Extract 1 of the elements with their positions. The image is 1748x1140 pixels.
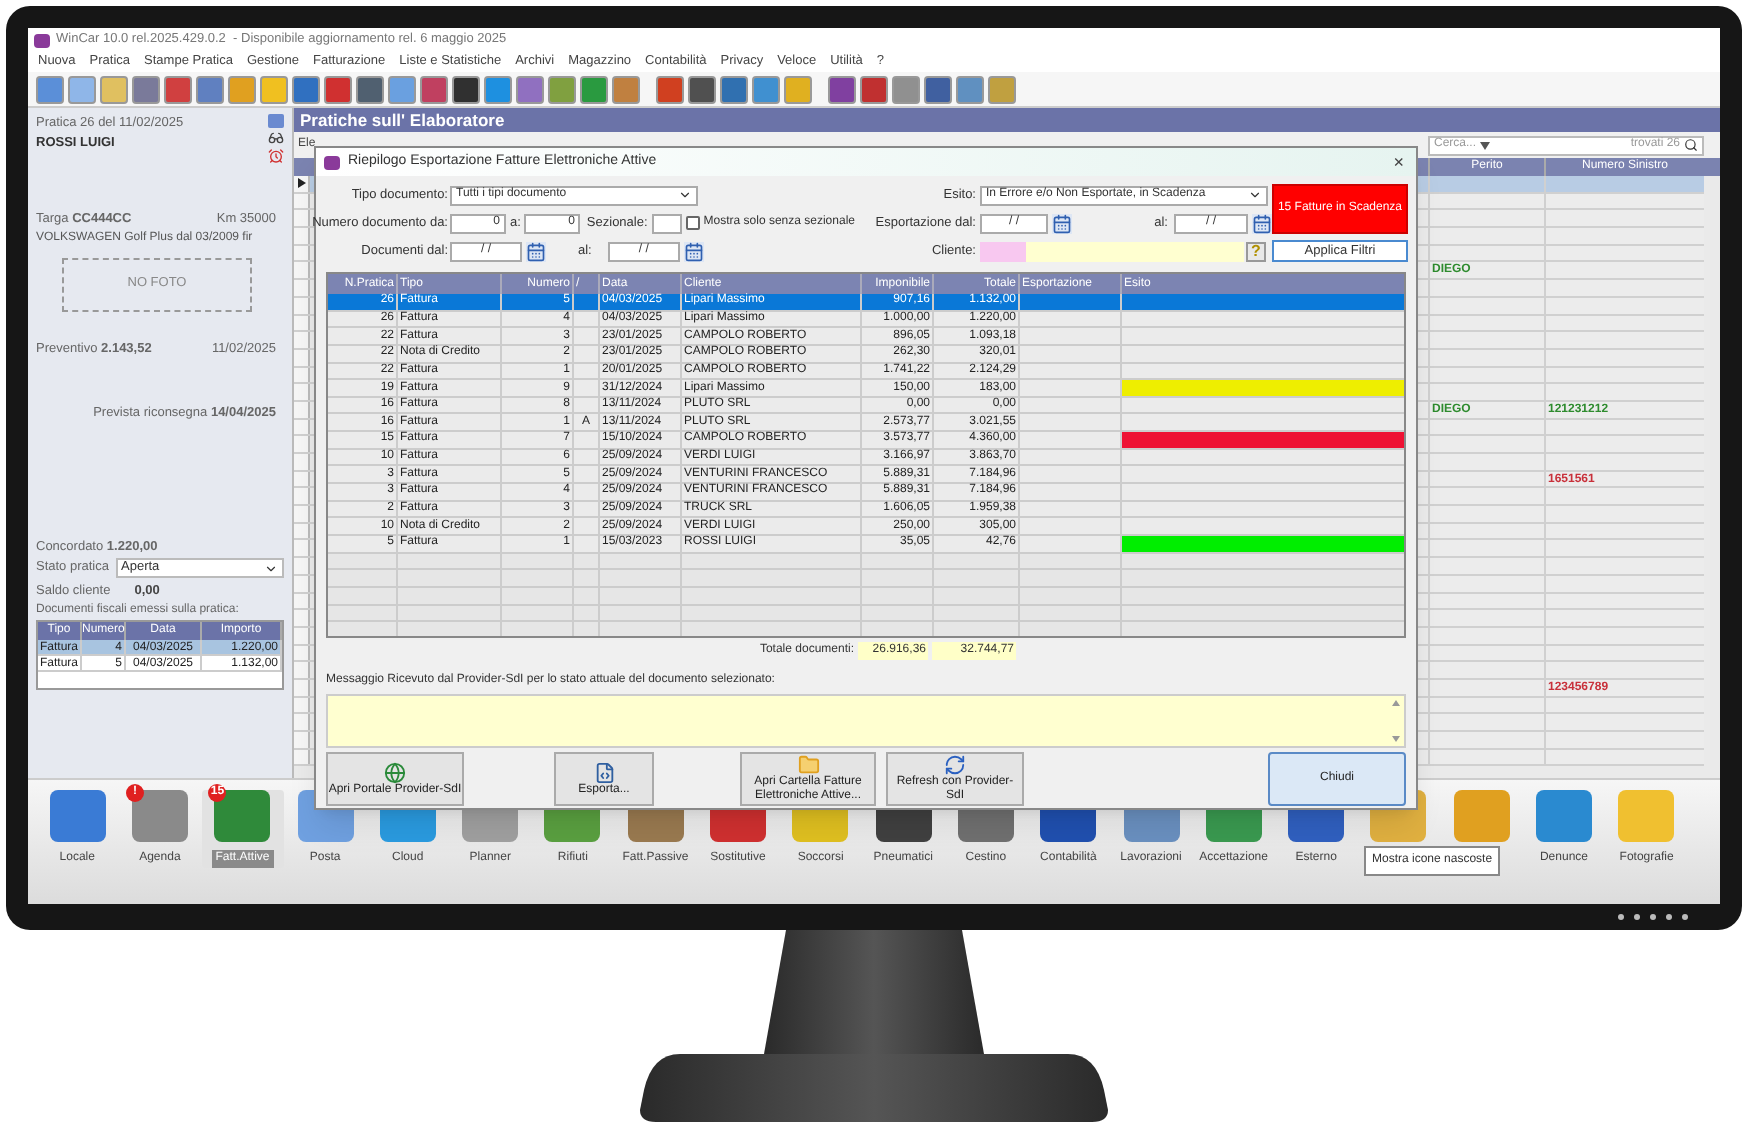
section-header: Pratiche sull' Elaboratore	[294, 108, 1720, 132]
